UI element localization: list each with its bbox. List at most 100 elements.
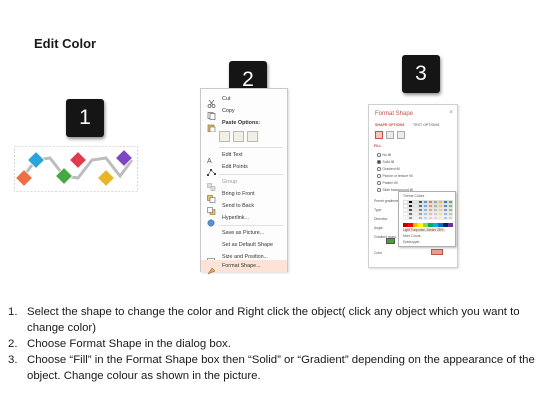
context-menu: Cut Copy Paste Options: A Edit Text Edit… bbox=[200, 88, 288, 275]
radio-icon bbox=[377, 153, 381, 157]
preset-gradients-label: Preset gradients bbox=[374, 199, 399, 203]
paste-picture-icon[interactable] bbox=[233, 131, 244, 142]
more-colors-option[interactable]: More Colors... bbox=[403, 234, 423, 238]
group-icon bbox=[207, 178, 216, 191]
ctx-item-label: Edit Points bbox=[222, 164, 248, 170]
radio-icon bbox=[377, 174, 381, 178]
ctx-item-label: Save as Picture... bbox=[222, 230, 265, 236]
ctx-item-label: Format Shape... bbox=[222, 263, 261, 269]
direction-label: Direction bbox=[374, 217, 388, 221]
fill-option-picture[interactable]: Picture or texture fill bbox=[377, 174, 412, 178]
eyedropper-option[interactable]: Eyedropper bbox=[403, 240, 419, 244]
theme-color-grid[interactable] bbox=[403, 200, 453, 220]
ctx-item-edit-points[interactable]: Edit Points bbox=[201, 161, 287, 176]
ctx-item-label: Cut bbox=[222, 96, 231, 102]
instruction-item: 3. Choose “Fill” in the Format Shape box… bbox=[8, 352, 556, 384]
instruction-number: 1. bbox=[8, 306, 18, 318]
ctx-item-cut[interactable]: Cut bbox=[201, 93, 287, 108]
paste-keep-formatting-icon[interactable] bbox=[219, 131, 230, 142]
format-category-icons bbox=[375, 131, 405, 139]
type-label: Type bbox=[374, 208, 382, 212]
color-palette-popup: Theme Colors Light Turquoise, Darker 25%… bbox=[398, 191, 456, 247]
radio-icon bbox=[377, 167, 381, 171]
text-edit-icon: A bbox=[207, 151, 216, 165]
ctx-item-save-as-picture[interactable]: Save as Picture... bbox=[201, 227, 287, 239]
fill-option-no-fill[interactable]: No fill bbox=[377, 153, 391, 157]
menu-separator bbox=[219, 147, 283, 148]
color-label: Color bbox=[374, 251, 383, 255]
fill-option-gradient[interactable]: Gradient fill bbox=[377, 167, 400, 171]
hyperlink-icon bbox=[207, 214, 216, 227]
fill-section-header[interactable]: FILL bbox=[374, 144, 382, 148]
size-properties-icon[interactable] bbox=[397, 131, 405, 139]
ctx-item-bring-to-front[interactable]: Bring to Front bbox=[201, 188, 287, 203]
fill-line-icon[interactable] bbox=[375, 131, 383, 139]
ctx-item-edit-text[interactable]: A Edit Text bbox=[201, 149, 287, 165]
shapes-panel[interactable] bbox=[14, 146, 138, 192]
menu-separator bbox=[219, 225, 283, 226]
palette-title: Theme Colors bbox=[403, 194, 425, 198]
ctx-item-label: Copy bbox=[222, 108, 235, 114]
fill-option-pattern[interactable]: Pattern fill bbox=[377, 181, 398, 185]
fill-option-label: Pattern fill bbox=[382, 181, 398, 185]
page-title: Edit Color bbox=[34, 36, 97, 51]
send-back-icon bbox=[207, 202, 216, 215]
radio-icon bbox=[377, 160, 381, 164]
instruction-number: 3. bbox=[8, 354, 18, 366]
fill-option-label: No fill bbox=[382, 153, 391, 157]
ctx-item-group: Group bbox=[201, 176, 287, 191]
instructions-list: 1. Select the shape to change the color … bbox=[8, 304, 556, 384]
gradient-stop-swatch[interactable] bbox=[386, 238, 395, 244]
fill-option-label: Gradient fill bbox=[382, 167, 400, 171]
ctx-item-copy[interactable]: Copy bbox=[201, 105, 287, 120]
standard-color-swatch[interactable] bbox=[448, 223, 453, 227]
color-picker-button[interactable] bbox=[431, 249, 443, 255]
ctx-item-format-shape[interactable]: Format Shape... bbox=[201, 260, 287, 275]
diamond-shape[interactable] bbox=[14, 168, 34, 188]
angle-label: Angle bbox=[374, 226, 383, 230]
tab-text-options[interactable]: TEXT OPTIONS bbox=[413, 123, 439, 127]
ctx-item-label: Bring to Front bbox=[222, 191, 255, 197]
ctx-item-label: Edit Text bbox=[222, 152, 243, 158]
instruction-item: 2. Choose Format Shape in the dialog box… bbox=[8, 336, 556, 352]
copy-icon bbox=[207, 107, 216, 120]
menu-separator bbox=[219, 174, 283, 175]
fill-option-solid[interactable]: Solid fill bbox=[377, 160, 394, 164]
close-icon[interactable]: × bbox=[449, 110, 453, 116]
instruction-text: Choose “Fill” in the Format Shape box th… bbox=[27, 354, 535, 382]
ctx-item-paste-options: Paste Options: bbox=[201, 117, 287, 133]
format-shape-icon bbox=[207, 262, 216, 275]
palette-selected-tooltip: Light Turquoise, Darker 25% bbox=[403, 228, 446, 232]
zigzag-shapes[interactable] bbox=[14, 146, 138, 192]
paste-icon bbox=[207, 119, 216, 133]
diamond-shape[interactable] bbox=[68, 150, 88, 170]
diamond-shape[interactable] bbox=[96, 168, 116, 188]
fill-option-label: Solid fill bbox=[382, 160, 395, 164]
ctx-item-label: Send to Back bbox=[222, 203, 255, 209]
paste-option-buttons[interactable] bbox=[219, 131, 258, 142]
instruction-text: Select the shape to change the color and… bbox=[27, 306, 520, 334]
tab-shape-options[interactable]: SHAPE OPTIONS bbox=[375, 123, 405, 127]
fill-option-label: Picture or texture fill bbox=[382, 174, 413, 178]
color-swatch[interactable] bbox=[448, 216, 453, 220]
ctx-item-hyperlink[interactable]: Hyperlink... bbox=[201, 212, 287, 227]
step-badge-3: 3 bbox=[402, 55, 440, 93]
step-badge-1: 1 bbox=[66, 99, 104, 137]
ctx-item-send-to-back[interactable]: Send to Back bbox=[201, 200, 287, 215]
format-pane-title: Format Shape bbox=[375, 111, 414, 117]
blank-icon bbox=[207, 229, 216, 237]
ctx-item-label: Paste Options: bbox=[222, 120, 261, 126]
paste-text-only-icon[interactable] bbox=[247, 131, 258, 142]
standard-color-row[interactable] bbox=[403, 223, 453, 227]
ctx-item-label: Group bbox=[222, 179, 237, 185]
instruction-item: 1. Select the shape to change the color … bbox=[8, 304, 556, 336]
instruction-text: Choose Format Shape in the dialog box. bbox=[27, 338, 231, 350]
edit-points-icon bbox=[207, 163, 216, 176]
radio-icon bbox=[377, 181, 381, 185]
effects-icon[interactable] bbox=[386, 131, 394, 139]
radio-icon bbox=[377, 188, 381, 192]
ctx-item-label: Set as Default Shape bbox=[222, 242, 273, 248]
blank-icon bbox=[207, 241, 216, 249]
bring-front-icon bbox=[207, 190, 216, 203]
ctx-item-set-default-shape[interactable]: Set as Default Shape bbox=[201, 239, 287, 251]
